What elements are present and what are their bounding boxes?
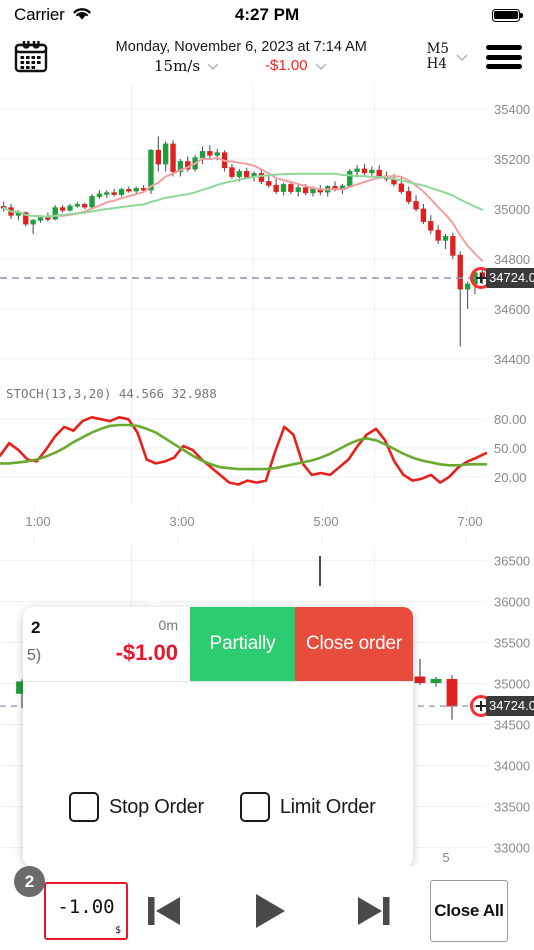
wifi-icon [71,5,93,26]
svg-text:34400: 34400 [494,352,530,367]
svg-text:20.00: 20.00 [494,470,527,485]
chevron-down-icon[interactable] [313,58,329,74]
limit-order-label: Limit Order [279,795,376,818]
svg-text:34600: 34600 [494,302,530,317]
svg-text:1:00: 1:00 [25,514,50,529]
app-toolbar: Monday, November 6, 2023 at 7:14 AM 15m/… [0,30,534,84]
toolbar-center: Monday, November 6, 2023 at 7:14 AM 15m/… [50,39,427,75]
timeframe-primary: M5 [426,41,449,57]
order-info: 2 5) 0m -$1.00 [23,607,190,681]
order-popup: 2 5) 0m -$1.00 Partially Close order Sto… [23,607,413,867]
status-bar-left: Carrier [14,5,93,26]
order-sublabel: 5) [27,647,42,664]
current-price-tag: 34724.0 [486,268,534,288]
svg-text:34800: 34800 [494,252,530,267]
order-symbol: 2 [31,618,41,637]
battery-icon [492,8,523,22]
svg-text:36000: 36000 [494,594,530,609]
svg-text:3:00: 3:00 [169,514,194,529]
speed-value: 15m/s [153,57,201,75]
stochastic-indicator-chart[interactable]: 80.00 50.00 20.00 STOCH(13,3,20) 44.566 32.… [0,384,534,504]
skip-previous-icon[interactable] [140,886,192,936]
order-profit-loss: -$1.00 [115,640,178,665]
order-popup-row: 2 5) 0m -$1.00 Partially Close order [23,607,413,682]
svg-text:7:00: 7:00 [457,514,482,529]
position-currency: $ [114,925,121,936]
svg-text:35000: 35000 [494,676,530,691]
close-order-button[interactable]: Close order [295,607,413,681]
limit-order-checkbox[interactable] [239,792,270,822]
close-all-button[interactable]: Close All [430,880,508,942]
svg-text:36500: 36500 [494,553,530,568]
svg-text:50.00: 50.00 [494,441,527,456]
toolbar-controls-row: 15m/s -$1.00 [56,57,427,75]
hamburger-menu-icon[interactable] [486,43,522,71]
position-count-badge: 2 [14,866,45,897]
svg-text:80.00: 80.00 [494,412,527,427]
timeframe-secondary: H4 [426,56,447,72]
svg-text:34500: 34500 [494,718,530,733]
svg-text:5: 5 [442,850,449,864]
limit-order-checkbox-item[interactable]: Limit Order [239,792,376,822]
svg-text:35400: 35400 [494,102,530,117]
timeframe-selector[interactable]: M5 H4 [427,42,470,72]
toolbar-profit-loss: -$1.00 [265,57,308,74]
stop-order-checkbox-item[interactable]: Stop Order [69,792,204,822]
time-axis: 1:00 3:00 5:00 7:00 [0,504,534,544]
svg-text:5:00: 5:00 [313,514,338,529]
svg-text:35200: 35200 [494,152,530,167]
session-date-label: Monday, November 6, 2023 at 7:14 AM [115,39,367,55]
status-bar: Carrier 4:27 PM [0,0,534,30]
svg-text:35500: 35500 [494,635,530,650]
chevron-down-icon[interactable] [205,58,221,74]
play-icon[interactable] [243,886,295,936]
calendar-icon[interactable] [12,38,50,76]
stop-order-label: Stop Order [109,795,204,818]
chevron-down-icon[interactable] [454,49,470,65]
partially-close-button[interactable]: Partially [190,607,295,681]
order-type-checkboxes: Stop Order Limit Order [23,792,413,822]
position-price-value: -1.00 [57,896,115,918]
svg-text:35000: 35000 [494,202,530,217]
svg-text:33500: 33500 [494,800,530,815]
position-price-box[interactable]: -1.00 $ [44,882,128,940]
svg-text:STOCH(13,3,20) 44.566 32.988: STOCH(13,3,20) 44.566 32.988 [6,386,217,401]
lower-current-price-tag: 34724.0 [486,696,534,717]
order-duration: 0m [158,617,178,633]
trading-app-screen: Carrier 4:27 PM Monday, November 6, 2023… [0,0,534,950]
status-bar-right [492,8,523,22]
svg-text:33000: 33000 [494,841,530,856]
stop-order-checkbox[interactable] [69,792,99,822]
carrier-label: Carrier [14,5,65,24]
svg-text:34000: 34000 [494,759,530,774]
skip-next-icon[interactable] [348,886,400,936]
main-price-chart[interactable]: 35400 35200 35000 34800 34600 34400 [0,84,534,384]
